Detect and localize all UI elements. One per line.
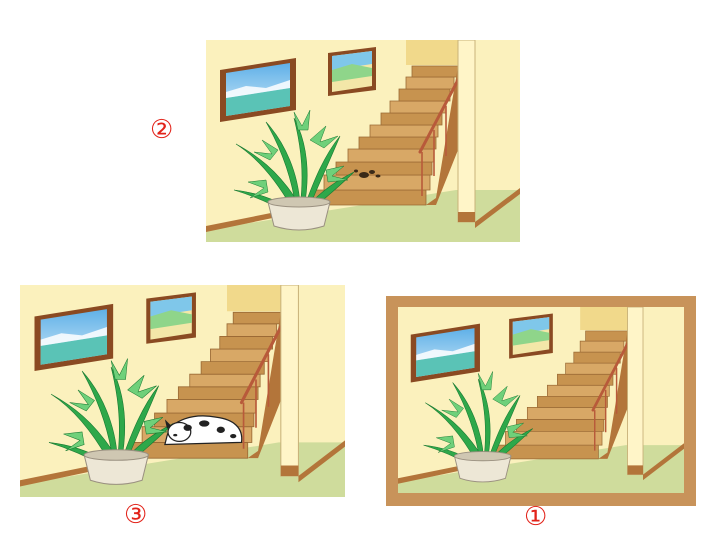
scene-1-inner-picture (398, 307, 684, 493)
scene-2-picture (206, 40, 520, 242)
scene-1-framed-picture (386, 296, 696, 506)
scene-3-label: ③ (124, 500, 148, 530)
scene-2-label: ② (150, 115, 174, 145)
scene-3-picture (20, 285, 345, 497)
scene-1-label: ① (524, 504, 548, 528)
